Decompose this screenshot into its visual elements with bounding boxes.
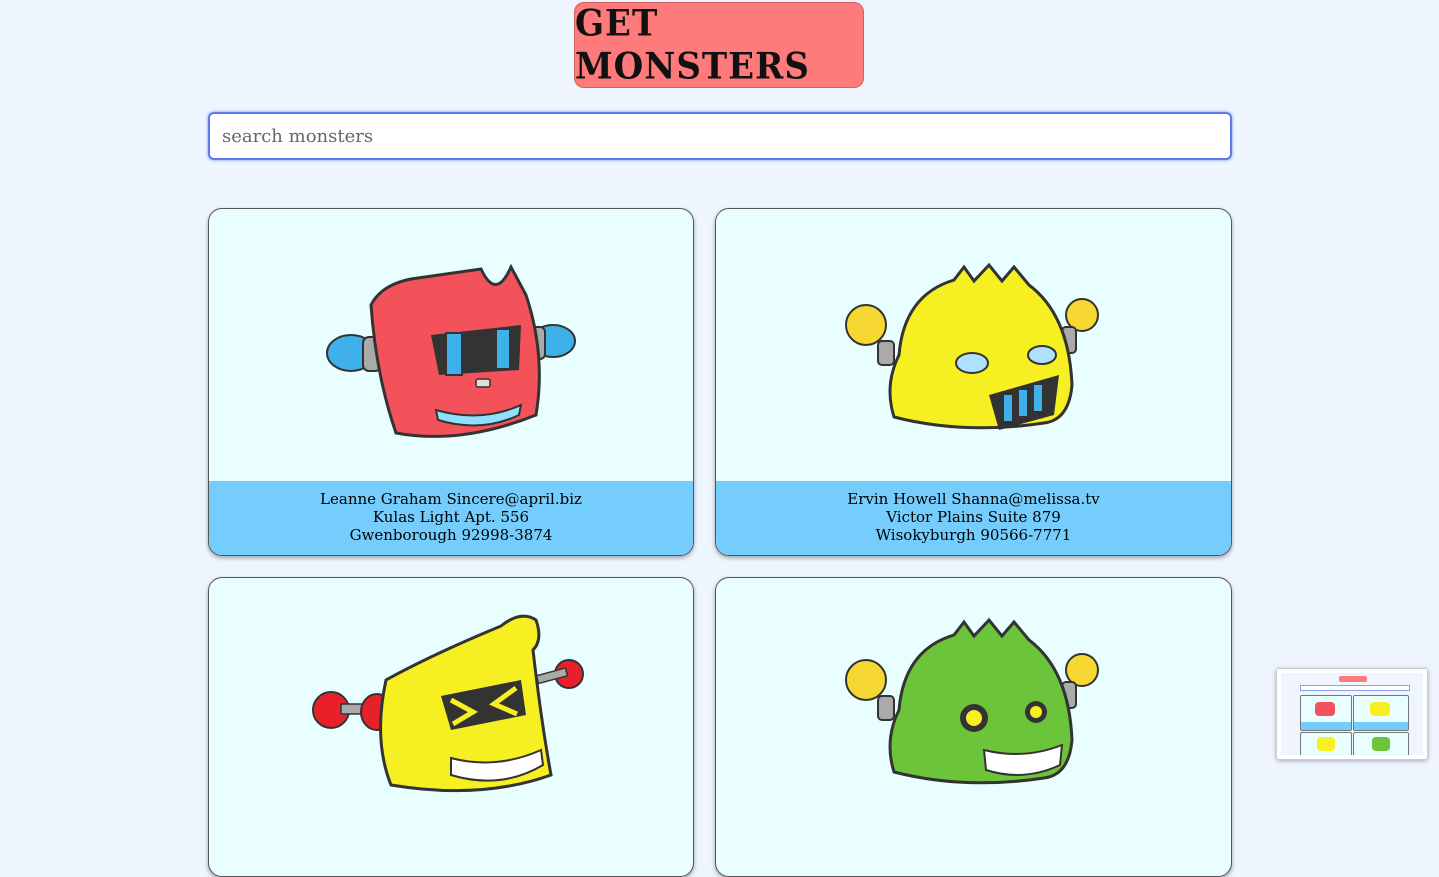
robot-monster-icon bbox=[844, 617, 1099, 785]
title-banner: GET MONSTERS bbox=[574, 2, 864, 88]
monster-card[interactable] bbox=[208, 577, 694, 877]
robot-monster-icon bbox=[844, 262, 1099, 430]
monster-city: Wisokyburgh 90566-7771 bbox=[875, 526, 1072, 544]
monster-card[interactable]: Leanne Graham Sincere@april.biz Kulas Li… bbox=[208, 208, 694, 556]
monster-name-email: Leanne Graham Sincere@april.biz bbox=[320, 490, 582, 508]
monster-image bbox=[209, 578, 693, 822]
monster-info: Leanne Graham Sincere@april.biz Kulas Li… bbox=[209, 481, 693, 555]
preview-card bbox=[1353, 695, 1409, 731]
page-preview-thumbnail[interactable] bbox=[1276, 668, 1428, 760]
monster-city: Gwenborough 92998-3874 bbox=[349, 526, 553, 544]
search-input[interactable] bbox=[208, 112, 1232, 160]
preview-card bbox=[1300, 732, 1352, 755]
monster-street: Victor Plains Suite 879 bbox=[886, 508, 1061, 526]
monster-card[interactable]: Ervin Howell Shanna@melissa.tv Victor Pl… bbox=[715, 208, 1232, 556]
robot-monster-icon bbox=[326, 263, 576, 438]
preview-content bbox=[1281, 673, 1423, 755]
preview-card bbox=[1353, 732, 1409, 755]
robot-monster-icon bbox=[312, 614, 584, 793]
monster-card[interactable] bbox=[715, 577, 1232, 877]
monster-street: Kulas Light Apt. 556 bbox=[372, 508, 530, 526]
monster-image bbox=[716, 209, 1231, 481]
monster-image bbox=[209, 209, 693, 481]
monster-info: Ervin Howell Shanna@melissa.tv Victor Pl… bbox=[716, 481, 1231, 555]
preview-card bbox=[1300, 695, 1352, 731]
preview-title bbox=[1339, 676, 1367, 682]
preview-search bbox=[1300, 685, 1410, 691]
monster-image bbox=[716, 578, 1231, 822]
page-title: GET MONSTERS bbox=[575, 1, 810, 89]
monster-name-email: Ervin Howell Shanna@melissa.tv bbox=[847, 490, 1100, 508]
